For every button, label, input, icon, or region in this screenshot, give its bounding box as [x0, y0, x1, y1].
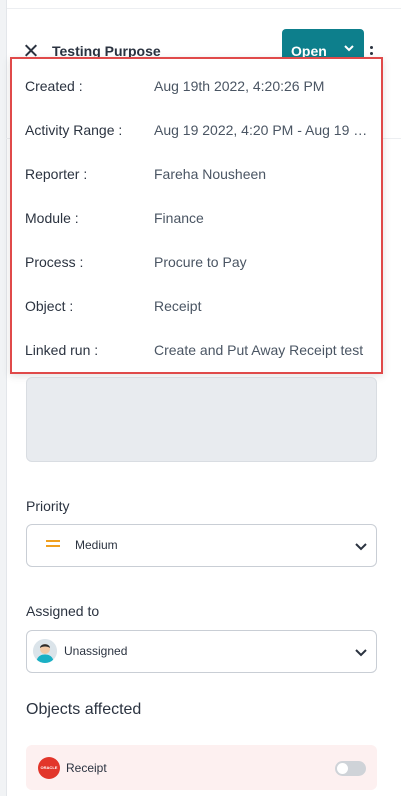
detail-row-created: Created : Aug 19th 2022, 4:20:26 PM	[12, 78, 381, 108]
detail-row-reporter: Reporter : Fareha Nousheen	[12, 166, 381, 196]
objects-affected-title: Objects affected	[26, 701, 142, 718]
detail-label: Linked run :	[25, 342, 99, 358]
description-field[interactable]	[26, 377, 377, 462]
detail-label: Module :	[25, 210, 79, 226]
chevron-down-icon	[355, 649, 367, 657]
detail-value: Finance	[154, 210, 204, 226]
object-name: Receipt	[66, 761, 107, 775]
priority-medium-icon	[46, 540, 60, 548]
oracle-fusion-logo-icon: ORACLE FUSION	[38, 757, 60, 779]
object-row: ORACLE FUSION Receipt	[26, 745, 377, 790]
detail-value[interactable]: Create and Put Away Receipt test	[154, 342, 374, 358]
assigned-to-label: Assigned to	[26, 603, 100, 619]
priority-select[interactable]: Medium	[26, 524, 377, 567]
assignee-select[interactable]: Unassigned	[26, 630, 377, 673]
detail-row-object: Object : Receipt	[12, 298, 381, 328]
priority-value: Medium	[75, 538, 118, 552]
chevron-down-icon	[355, 543, 367, 551]
detail-row-activity-range: Activity Range : Aug 19 2022, 4:20 PM - …	[12, 122, 381, 152]
detail-value: Fareha Nousheen	[154, 166, 267, 182]
detail-label: Activity Range :	[25, 122, 123, 138]
detail-value: Aug 19 2022, 4:20 PM - Aug 19 2022	[154, 122, 374, 138]
details-popover: Created : Aug 19th 2022, 4:20:26 PM Acti…	[10, 57, 383, 374]
top-divider	[0, 0, 401, 9]
priority-label: Priority	[26, 498, 70, 514]
chevron-down-icon	[344, 45, 354, 52]
detail-value: Aug 19th 2022, 4:20:26 PM	[154, 78, 325, 94]
detail-label: Process :	[25, 254, 84, 270]
avatar-icon	[33, 639, 57, 663]
detail-row-linked-run: Linked run : Create and Put Away Receipt…	[12, 342, 381, 372]
assignee-value: Unassigned	[64, 644, 128, 658]
detail-row-module: Module : Finance	[12, 210, 381, 240]
detail-value: Receipt	[154, 298, 202, 314]
left-panel-edge	[0, 0, 7, 796]
detail-label: Object :	[25, 298, 74, 314]
toggle-knob	[337, 763, 348, 774]
detail-label: Reporter :	[25, 166, 88, 182]
object-toggle[interactable]	[335, 761, 366, 776]
detail-value: Procure to Pay	[154, 254, 247, 270]
detail-row-process: Process : Procure to Pay	[12, 254, 381, 284]
detail-label: Created :	[25, 78, 83, 94]
